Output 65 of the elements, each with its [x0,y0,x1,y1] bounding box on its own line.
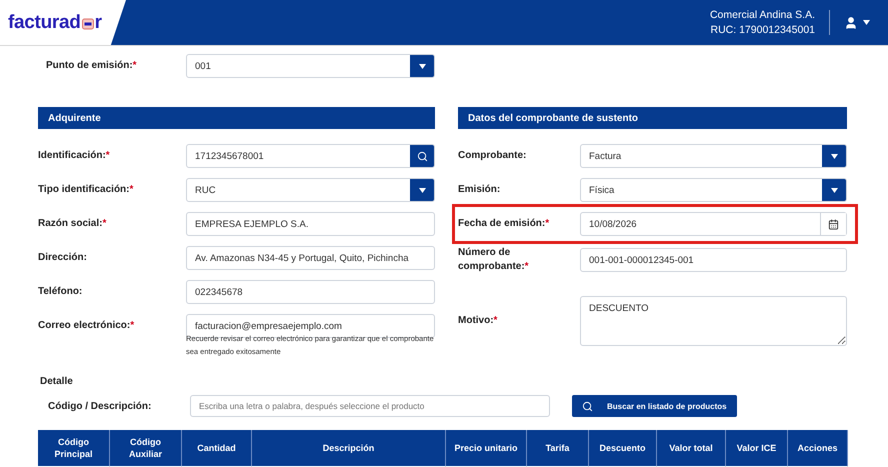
date-field[interactable]: 10/08/2026 [580,212,847,236]
dropdown-button[interactable] [410,55,434,77]
column-header: Descripción [252,430,446,466]
field-value[interactable]: 1712345678001 [187,145,410,167]
section-title: Detalle [40,376,74,387]
column-header: Tarifa [527,430,589,466]
caret-icon [830,154,838,158]
section-header: Adquirente [38,107,435,129]
caret-icon [418,64,426,68]
company-ruc: RUC: 1790012345001 [710,22,815,38]
field-value[interactable]: RUC [187,179,410,201]
company-name: Comercial Andina S.A. [710,8,815,22]
logo-badge-icon [82,18,94,30]
column-header: Precio unitario [446,430,527,466]
field-label: Emisión: [458,183,502,197]
field-label: Dirección: [38,251,88,265]
logo: facturad r [0,0,126,45]
input-field[interactable]: 1712345678001 [186,144,435,168]
section-header: Datos del comprobante de sustento [458,107,847,129]
column-header: Acciones [788,430,848,466]
field-value[interactable]: 10/08/2026 [581,213,820,235]
product-search-field[interactable]: Escriba una letra o palabra, después seleccione el producto [190,395,550,417]
calendar-icon [828,218,839,230]
search-icon [582,400,593,412]
column-header: Descuento [589,430,657,466]
field-label: Código / Descripción: [48,400,152,412]
column-header: Cantidad [182,430,252,466]
caret-icon [418,188,426,192]
caret-icon [830,188,838,192]
field-value[interactable]: facturacion@empresaejemplo.com [187,315,434,337]
dropdown-field[interactable]: 001 [186,54,435,78]
column-header: Valor ICE [726,430,788,466]
calendar-button[interactable] [820,213,846,235]
user-icon [844,16,858,30]
dropdown-field[interactable]: RUC [186,178,435,202]
dropdown-button[interactable] [822,179,846,201]
field-label: Número de comprobante:* [458,246,530,274]
field-value[interactable]: EMPRESA EJEMPLO S.A. [187,213,434,235]
search-products-button[interactable]: Buscar en listado de productos [572,395,737,417]
dropdown-field[interactable]: Física [580,178,847,202]
field-label: Teléfono: [38,285,84,299]
column-header: Código Principal [38,430,110,466]
dropdown-button[interactable] [410,179,434,201]
search-button[interactable] [410,145,434,167]
field-value[interactable]: 001-001-000012345-001 [581,249,846,271]
field-label: Punto de emisión:* [45,59,138,73]
text-area[interactable]: DESCUENTO [580,296,847,346]
dropdown-field[interactable]: Factura [580,144,847,168]
field-label: Tipo identificación:* [38,183,134,197]
dropdown-button[interactable] [822,145,846,167]
search-icon [416,150,428,162]
field-value[interactable]: 001 [187,55,410,77]
column-header: Código Auxiliar [110,430,182,466]
field-label: Razón social:* [38,217,108,231]
column-header: Valor total [657,430,726,466]
field-label: Comprobante: [458,149,528,163]
field-value[interactable]: 022345678 [187,281,434,303]
caret-icon [863,20,870,25]
field-value[interactable]: Factura [581,145,822,167]
field-value[interactable]: Física [581,179,822,201]
field-label: Motivo:* [458,314,498,328]
field-label: Correo electrónico:* [38,319,136,333]
field-label: Identificación:* [38,149,111,163]
field-value[interactable]: Av. Amazonas N34-45 y Portugal, Quito, Pichincha [187,247,434,269]
field-label: Fecha de emisión:* [458,217,550,231]
